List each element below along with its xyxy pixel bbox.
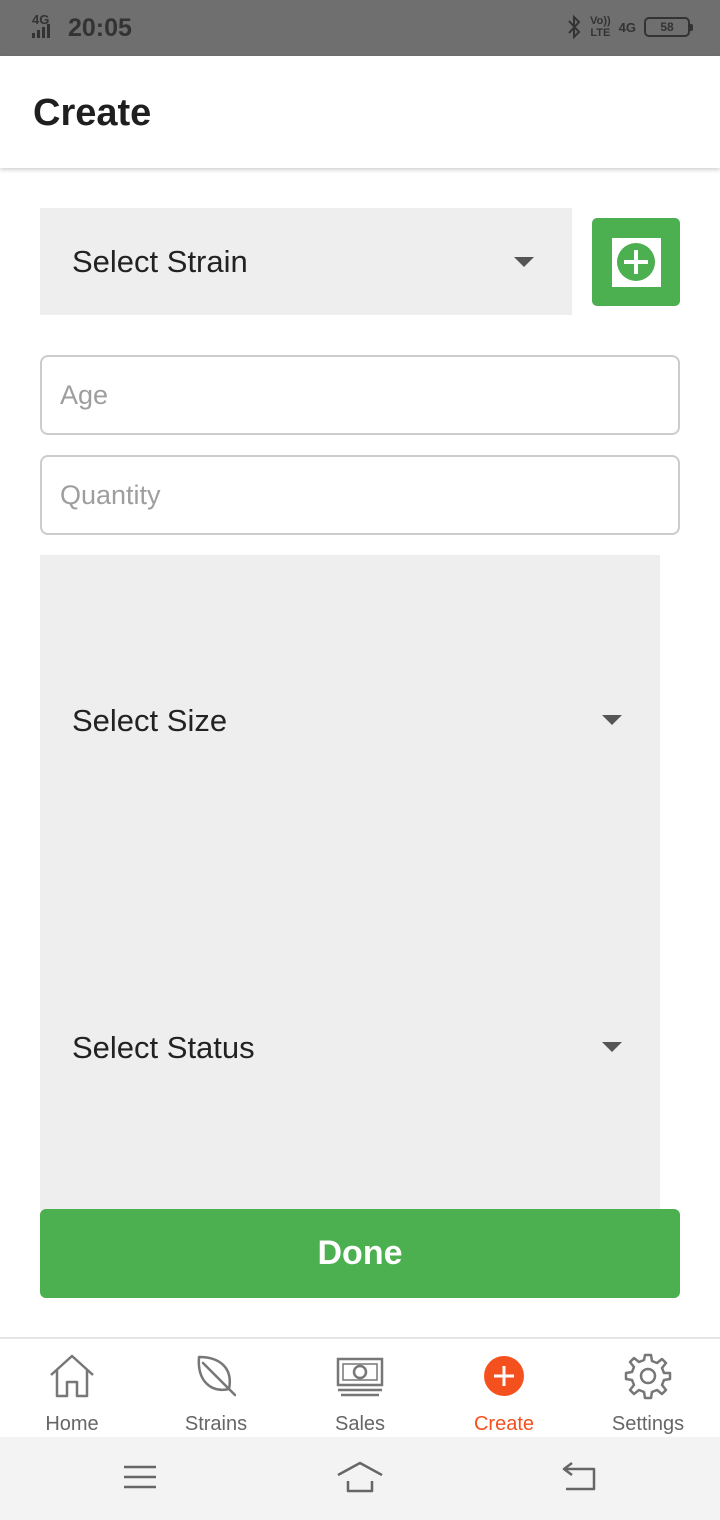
add-strain-button[interactable]: [592, 218, 680, 306]
nav-label-create: Create: [473, 1413, 535, 1435]
cash-icon: [336, 1357, 384, 1397]
plus-circle-icon: [617, 243, 655, 281]
status-select[interactable]: Select Status: [40, 960, 660, 1130]
status-select-label: Select Status: [72, 1030, 255, 1065]
add-circle-icon: [484, 1356, 524, 1396]
size-select-label: Select Size: [72, 703, 228, 738]
nav-item-settings[interactable]: Settings: [576, 1339, 720, 1437]
nav-item-strains[interactable]: Strains: [144, 1339, 288, 1437]
leaf-icon: [197, 1355, 237, 1397]
back-icon[interactable]: [556, 1457, 604, 1497]
volte-indicator: Vo)) LTE: [590, 15, 611, 39]
app-header: Create: [0, 56, 720, 168]
nav-item-home[interactable]: Home: [0, 1339, 144, 1437]
nav-label-strains: Strains: [184, 1413, 248, 1435]
home-button-icon[interactable]: [336, 1457, 384, 1497]
strain-select-label: Select Strain: [72, 244, 248, 279]
quantity-input[interactable]: [40, 455, 680, 535]
chevron-down-icon: [602, 715, 622, 725]
nav-label-home: Home: [45, 1413, 99, 1435]
network-type-right: 4G: [618, 19, 636, 35]
menu-icon[interactable]: [116, 1457, 164, 1497]
nav-item-sales[interactable]: Sales: [288, 1339, 432, 1437]
cellular-signal-icon: 4G: [30, 12, 54, 40]
chevron-down-icon: [514, 257, 534, 267]
bottom-nav: Home Strains Sales Create Settings: [0, 1337, 720, 1437]
strain-select[interactable]: Select Strain: [40, 208, 572, 315]
done-button[interactable]: Done: [40, 1209, 680, 1298]
chevron-down-icon: [602, 1042, 622, 1052]
status-bar: 4G 20:05 Vo)) LTE 4G 58: [0, 0, 720, 56]
size-select[interactable]: Select Size: [40, 635, 660, 805]
nav-label-sales: Sales: [334, 1413, 386, 1435]
nav-item-create[interactable]: Create: [432, 1339, 576, 1437]
gear-icon: [624, 1353, 672, 1400]
status-time: 20:05: [68, 14, 132, 42]
nav-label-settings: Settings: [611, 1413, 685, 1435]
home-icon: [50, 1354, 94, 1398]
battery-icon: 58: [644, 17, 693, 37]
size-status-panel: Select Size Select Status: [40, 555, 660, 1210]
system-nav-bar: [0, 1437, 720, 1520]
bluetooth-icon: [568, 14, 581, 40]
page-title: Create: [33, 92, 152, 134]
age-input[interactable]: [40, 355, 680, 435]
battery-level: 58: [660, 20, 674, 34]
